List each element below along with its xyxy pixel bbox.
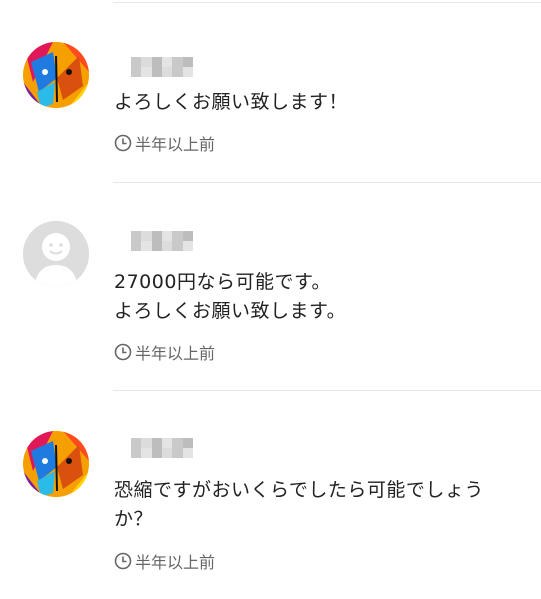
comment-text: 27000円なら可能です。 よろしくお願い致します。 [114, 271, 347, 322]
user-avatar[interactable] [23, 221, 89, 287]
time-label: 半年以上前 [135, 135, 216, 154]
comment-text: 恐縮ですがおいくらでしたら可能でしょう か？ [114, 479, 484, 530]
user-avatar[interactable] [23, 42, 89, 108]
butterfly-avatar-image [23, 42, 89, 108]
username-pixelated [131, 231, 193, 251]
comment-time: 半年以上前 [114, 133, 216, 154]
clock-icon [114, 134, 132, 152]
divider [113, 2, 541, 3]
username-pixelated [131, 57, 193, 77]
comment-time: 半年以上前 [114, 551, 216, 572]
divider [113, 390, 541, 391]
clock-icon [114, 552, 132, 570]
time-label: 半年以上前 [135, 344, 216, 363]
username-pixelated [131, 438, 193, 458]
default-avatar-icon [23, 221, 89, 287]
divider [113, 182, 541, 183]
clock-icon [114, 343, 132, 361]
butterfly-avatar-image [23, 431, 89, 497]
user-avatar[interactable] [23, 431, 89, 497]
comment-time: 半年以上前 [114, 342, 216, 363]
time-label: 半年以上前 [135, 553, 216, 572]
comment-text: よろしくお願い致します！ [114, 91, 349, 113]
